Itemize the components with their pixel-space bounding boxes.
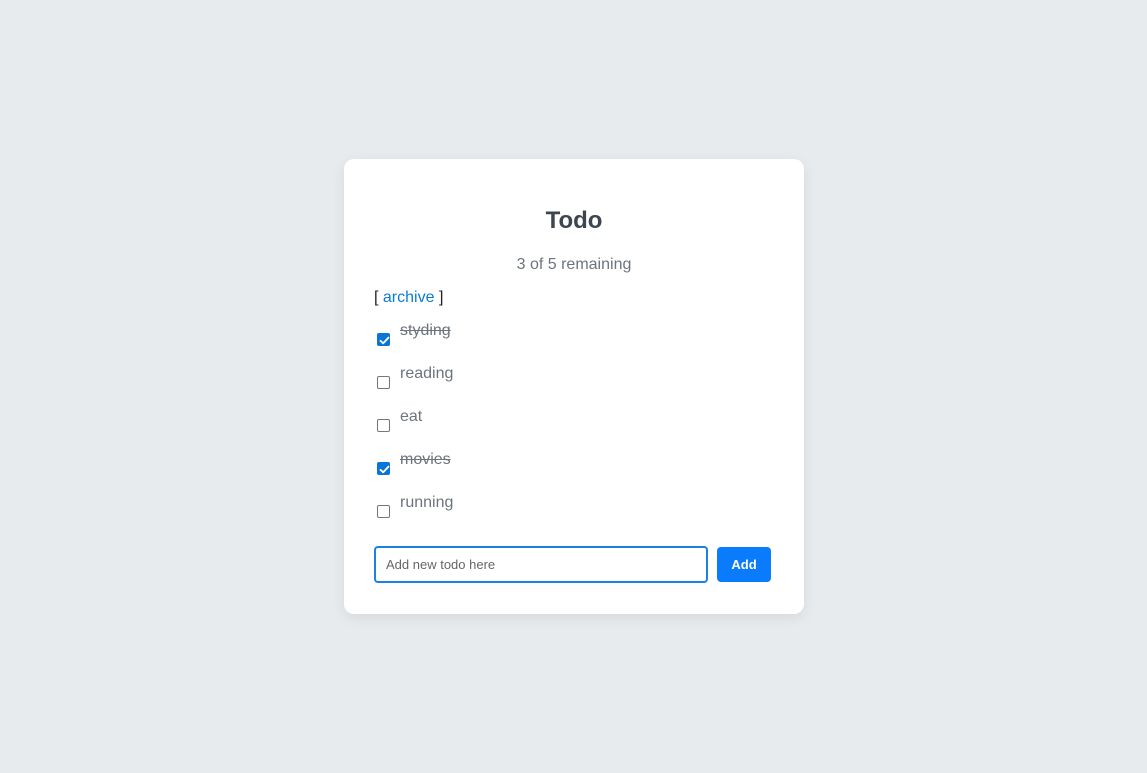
todo-checkbox[interactable] bbox=[377, 333, 390, 346]
todo-text: styding bbox=[400, 322, 451, 339]
todo-text: movies bbox=[400, 451, 451, 468]
todo-checkbox[interactable] bbox=[377, 462, 390, 475]
todo-text: reading bbox=[400, 365, 454, 382]
archive-row: [ archive ] bbox=[374, 289, 443, 307]
checkmark-icon bbox=[379, 336, 390, 345]
new-todo-input[interactable] bbox=[374, 546, 708, 583]
archive-open-bracket: [ bbox=[374, 289, 379, 306]
checkmark-icon bbox=[379, 465, 390, 474]
todo-text: running bbox=[400, 494, 454, 511]
todo-checkbox[interactable] bbox=[377, 505, 390, 518]
add-button[interactable]: Add bbox=[717, 547, 771, 582]
todo-card: Todo 3 of 5 remaining [ archive ] stydin… bbox=[344, 159, 804, 614]
page-title: Todo bbox=[545, 207, 603, 234]
archive-close-bracket: ] bbox=[438, 289, 444, 306]
remaining-count: 3 of 5 remaining bbox=[516, 256, 632, 273]
todo-checkbox[interactable] bbox=[377, 419, 390, 432]
todo-checkbox[interactable] bbox=[377, 376, 390, 389]
archive-link[interactable]: archive bbox=[383, 289, 435, 306]
todo-text: eat bbox=[400, 408, 423, 425]
